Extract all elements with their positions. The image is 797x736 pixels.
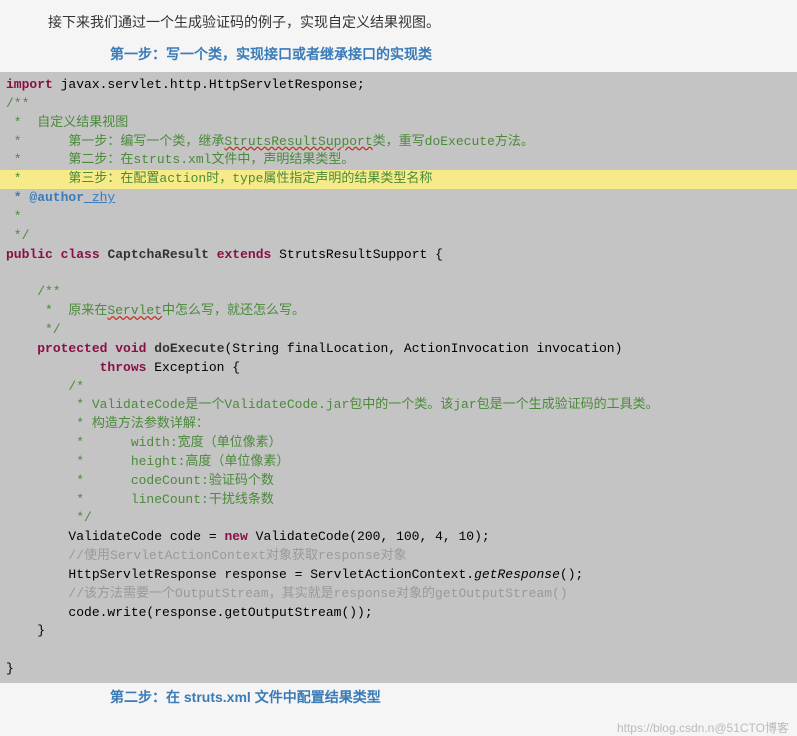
author-tag: * @author — [6, 190, 84, 205]
comment-line: * ValidateCode是一个ValidateCode.jar包中的一个类。… — [0, 396, 797, 415]
keyword-import: import — [6, 77, 53, 92]
response-line: HttpServletResponse response = ServletAc… — [0, 566, 797, 585]
getresponse-method: getResponse — [474, 567, 560, 582]
comment-line: * 构造方法参数详解： — [0, 415, 797, 434]
comment-open: /* — [0, 378, 797, 397]
comment-line: * 原来在Servlet中怎么写，就还怎么写。 — [0, 302, 797, 321]
comment-open: /** — [0, 283, 797, 302]
code-block: import javax.servlet.http.HttpServletRes… — [0, 72, 797, 683]
class-declaration: public class CaptchaResult extends Strut… — [0, 246, 797, 265]
method-declaration: protected void doExecute(String finalLoc… — [0, 340, 797, 359]
code-line: import javax.servlet.http.HttpServletRes… — [0, 76, 797, 95]
comment-close: */ — [0, 321, 797, 340]
class-close: } — [0, 660, 797, 679]
comment-line: * lineCount:干扰线条数 — [0, 491, 797, 510]
comment-line: * height:高度（单位像素） — [0, 453, 797, 472]
inline-comment: //使用ServletActionContext对象获取response对象 — [0, 547, 797, 566]
blank-line — [0, 641, 797, 660]
class-ref: StrutsResultSupport — [224, 134, 372, 149]
method-close: } — [0, 622, 797, 641]
comment-open: /** — [0, 95, 797, 114]
comment-line: * 第二步：在struts.xml文件中，声明结果类型。 — [0, 151, 797, 170]
comment-line: * codeCount:验证码个数 — [0, 472, 797, 491]
inline-comment: //该方法需要一个OutputStream，其实就是response对象的get… — [0, 585, 797, 604]
write-line: code.write(response.getOutputStream()); — [0, 604, 797, 623]
intro-text: 接下来我们通过一个生成验证码的例子，实现自定义结果视图。 — [0, 0, 797, 40]
comment-line-highlighted: * 第三步：在配置action时，type属性指定声明的结果类型名称 — [0, 170, 797, 189]
watermark: https://blog.csdn.n@51CTO博客 — [0, 715, 797, 736]
comment-close: */ — [0, 509, 797, 528]
import-package: javax.servlet.http.HttpServletResponse; — [53, 77, 365, 92]
servlet-ref: Servlet — [107, 303, 162, 318]
comment-line: * — [0, 208, 797, 227]
comment-author: * @author zhy — [0, 189, 797, 208]
step1-header: 第一步：写一个类，实现接口或者继承接口的实现类 — [0, 40, 797, 72]
author-name: zhy — [84, 190, 115, 205]
validatecode-line: ValidateCode code = new ValidateCode(200… — [0, 528, 797, 547]
throws-clause: throws Exception { — [0, 359, 797, 378]
comment-line: * width:宽度（单位像素） — [0, 434, 797, 453]
blank-line — [0, 264, 797, 283]
step2-header: 第二步：在 struts.xml 文件中配置结果类型 — [0, 683, 797, 715]
comment-close: */ — [0, 227, 797, 246]
comment-line: * 第一步：编写一个类，继承StrutsResultSupport类，重写doE… — [0, 133, 797, 152]
comment-line: * 自定义结果视图 — [0, 114, 797, 133]
